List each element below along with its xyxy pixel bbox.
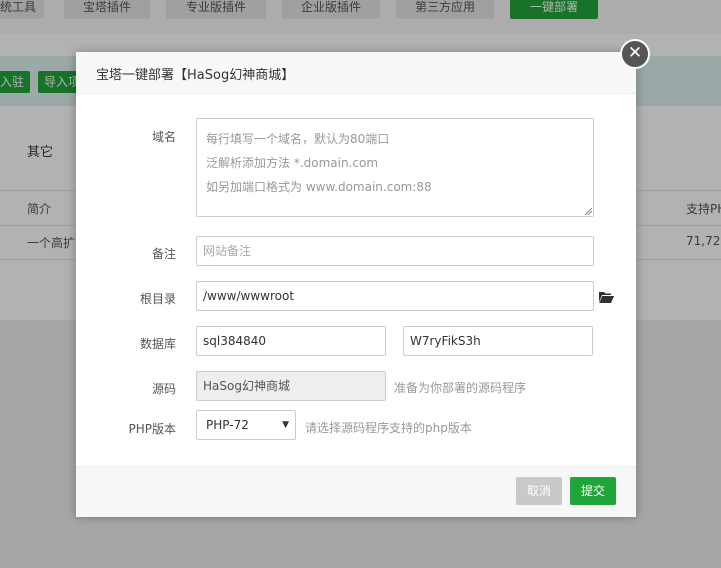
database-name-input[interactable]: sql384840 <box>196 326 386 356</box>
php-version-hint: 请选择源码程序支持的php版本 <box>305 421 472 435</box>
source-hint: 准备为你部署的源码程序 <box>394 381 527 395</box>
domain-placeholder-line: 如另加端口格式为 www.domain.com:88 <box>206 180 432 194</box>
root-dir-label: 根目录 <box>139 292 176 306</box>
deploy-dialog: 宝塔一键部署【HaSog幻神商城】 域名 每行填写一个域名，默认为80端口 泛解… <box>76 52 636 517</box>
dialog-title: 宝塔一键部署【HaSog幻神商城】 <box>96 68 295 83</box>
php-version-select[interactable]: PHP-72 ▼ <box>196 410 296 440</box>
database-label: 数据库 <box>139 337 176 351</box>
cancel-button[interactable]: 取消 <box>516 477 562 505</box>
dialog-footer: 取消 提交 <box>76 466 636 517</box>
dialog-title-bar: 宝塔一键部署【HaSog幻神商城】 <box>76 52 636 94</box>
database-password-input[interactable]: W7ryFikS3h <box>403 326 593 356</box>
folder-open-icon[interactable] <box>598 290 614 304</box>
source-label: 源码 <box>151 382 176 396</box>
remark-input[interactable]: 网站备注 <box>196 236 594 266</box>
caret-down-icon: ▼ <box>282 420 289 430</box>
php-version-value: PHP-72 <box>206 418 249 432</box>
close-icon[interactable]: ✕ <box>620 39 650 69</box>
submit-button[interactable]: 提交 <box>570 477 616 505</box>
php-version-label: PHP版本 <box>128 422 177 436</box>
remark-label: 备注 <box>151 247 176 261</box>
domain-textarea[interactable]: 每行填写一个域名，默认为80端口 泛解析添加方法 *.domain.com 如另… <box>196 118 594 217</box>
domain-label: 域名 <box>151 130 176 144</box>
root-dir-input[interactable]: /www/wwwroot <box>196 281 594 311</box>
source-input: HaSog幻神商城 <box>196 371 386 401</box>
domain-placeholder-line: 每行填写一个域名，默认为80端口 <box>206 132 390 146</box>
resize-grip-icon[interactable] <box>584 207 592 215</box>
domain-placeholder-line: 泛解析添加方法 *.domain.com <box>206 156 379 170</box>
